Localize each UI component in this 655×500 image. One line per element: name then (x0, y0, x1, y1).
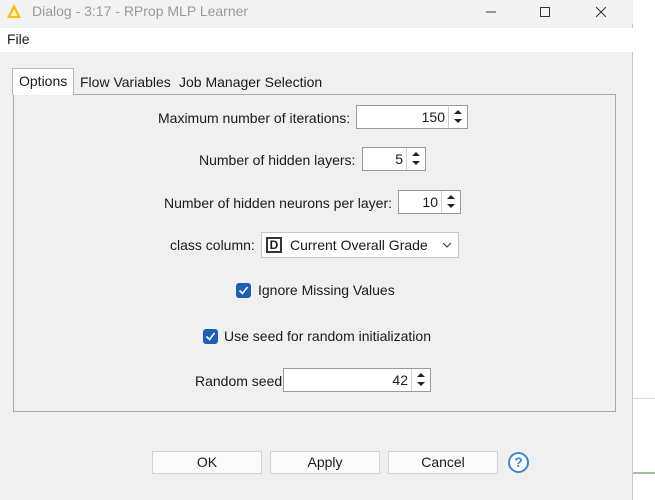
ignore-missing-checkbox[interactable] (236, 283, 251, 298)
help-icon[interactable]: ? (508, 452, 529, 473)
spinner-up-icon[interactable] (412, 152, 420, 156)
spinner-down-icon[interactable] (454, 119, 462, 123)
apply-button[interactable]: Apply (270, 451, 380, 474)
max-iterations-spinner[interactable]: 150 (356, 105, 468, 129)
tab-options[interactable]: Options (12, 68, 75, 95)
cancel-button[interactable]: Cancel (388, 451, 498, 474)
random-seed-spinner[interactable]: 42 (283, 368, 431, 392)
background-connector (633, 472, 655, 474)
checkmark-icon (205, 332, 216, 341)
hidden-layers-value[interactable]: 5 (395, 151, 403, 167)
spinner-up-icon[interactable] (454, 110, 462, 114)
random-seed-value[interactable]: 42 (392, 372, 408, 388)
dialog-window: Dialog - 3:17 - RProp MLP Learner File O… (0, 0, 633, 500)
spinner-down-icon[interactable] (447, 204, 455, 208)
max-iterations-value[interactable]: 150 (422, 109, 445, 125)
minimize-icon (486, 11, 496, 13)
menu-file[interactable]: File (7, 31, 30, 47)
ignore-missing-label[interactable]: Ignore Missing Values (258, 282, 395, 298)
hidden-neurons-value[interactable]: 10 (422, 194, 438, 210)
class-column-select[interactable]: D Current Overall Grade (261, 232, 459, 258)
window-title: Dialog - 3:17 - RProp MLP Learner (32, 3, 249, 19)
close-button[interactable] (578, 0, 624, 24)
spinner-down-icon[interactable] (417, 382, 425, 386)
hidden-layers-arrows[interactable] (406, 148, 425, 170)
double-type-icon: D (266, 237, 282, 253)
knime-app-icon (6, 3, 22, 19)
tab-job-manager-selection[interactable]: Job Manager Selection (173, 70, 328, 94)
menu-bar: File (0, 28, 633, 52)
hidden-neurons-arrows[interactable] (441, 191, 460, 213)
minimize-button[interactable] (468, 0, 514, 24)
hidden-neurons-spinner[interactable]: 10 (398, 190, 461, 214)
max-iterations-label: Maximum number of iterations: (158, 110, 351, 126)
spinner-up-icon[interactable] (447, 195, 455, 199)
class-column-value: Current Overall Grade (290, 237, 428, 253)
checkmark-icon (238, 286, 249, 295)
title-bar[interactable]: Dialog - 3:17 - RProp MLP Learner (0, 0, 633, 24)
maximize-button[interactable] (522, 0, 568, 24)
max-iterations-arrows[interactable] (448, 106, 467, 128)
use-seed-checkbox[interactable] (203, 329, 218, 344)
hidden-layers-spinner[interactable]: 5 (362, 147, 426, 171)
close-icon (596, 7, 606, 17)
spinner-up-icon[interactable] (417, 373, 425, 377)
random-seed-label: Random seed (195, 373, 283, 389)
hidden-layers-label: Number of hidden layers: (199, 152, 356, 168)
use-seed-label[interactable]: Use seed for random initialization (224, 328, 431, 344)
maximize-icon (540, 7, 550, 17)
background-divider (633, 398, 655, 399)
tab-flow-variables[interactable]: Flow Variables (74, 70, 177, 94)
hidden-neurons-label: Number of hidden neurons per layer: (164, 195, 393, 211)
class-column-label: class column: (170, 237, 255, 253)
ok-button[interactable]: OK (152, 451, 262, 474)
spinner-down-icon[interactable] (412, 161, 420, 165)
random-seed-arrows[interactable] (411, 369, 430, 391)
chevron-down-icon (442, 242, 452, 248)
